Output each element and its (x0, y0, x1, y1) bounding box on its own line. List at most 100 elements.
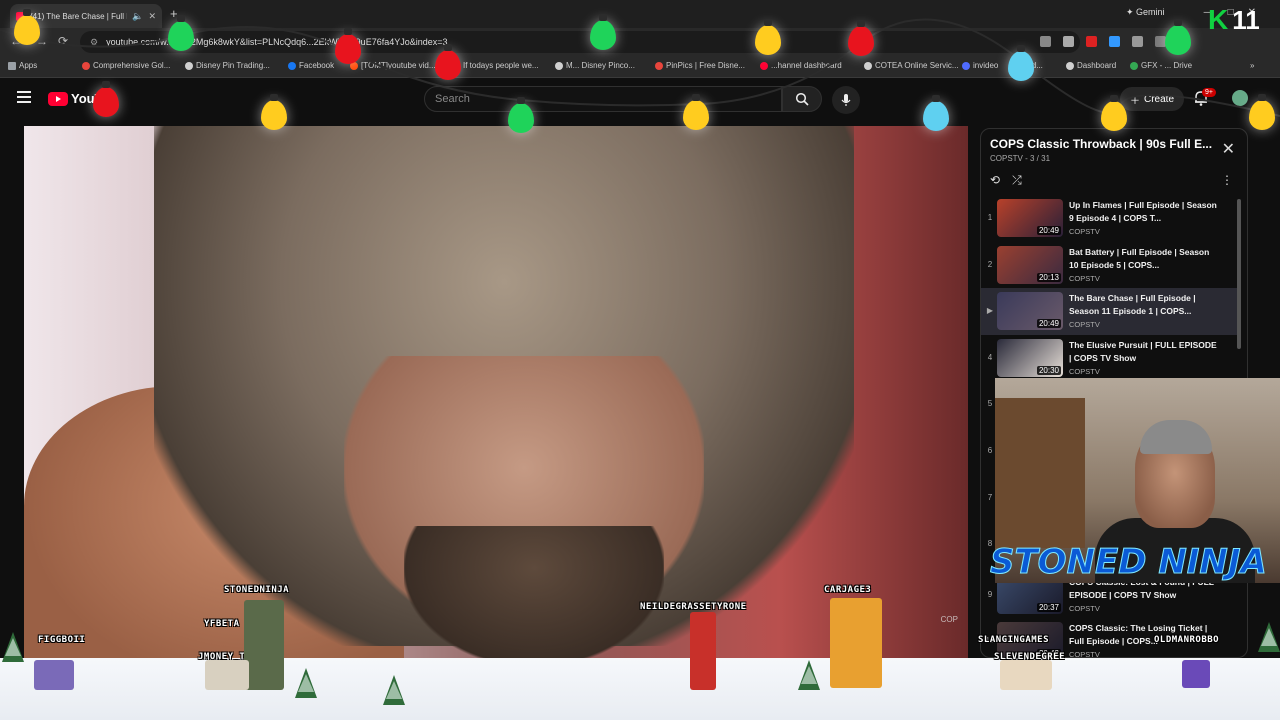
youtube-studio-icon (760, 61, 768, 70)
extension-icon[interactable] (1086, 36, 1097, 47)
chat-user-label: FIGGBOII (38, 635, 86, 645)
video-thumbnail: 20:13 (997, 245, 1063, 284)
christmas-light-bulb (1008, 45, 1034, 81)
chat-user-label: STONEDNINJA (224, 585, 290, 595)
k-logo-icon: K (1208, 4, 1229, 35)
playlist-title[interactable]: COPS Classic Throwback | 90s Full E... (990, 137, 1220, 151)
bookmark-item[interactable]: Disney Pin Trading... (185, 61, 270, 70)
bookmark-item[interactable]: Apps (8, 61, 37, 70)
bookmark-item[interactable]: ...hannel dashboard (760, 61, 842, 70)
bookmark-item[interactable]: Comprehensive Gol... (82, 61, 170, 70)
install-app-icon[interactable] (1040, 36, 1051, 47)
bookmark-item[interactable]: M... Disney Pinco... (555, 61, 635, 70)
christmas-light-bulb (14, 9, 40, 45)
video-thumbnail: 20:30 (997, 338, 1063, 377)
playlist-channel-position: COPSTV - 3 / 31 (990, 154, 1051, 163)
search-button[interactable] (782, 86, 822, 112)
video-duration: 20:49 (1036, 319, 1061, 329)
invideo-icon (962, 61, 970, 70)
drive-icon (1130, 61, 1138, 70)
voice-search-button[interactable] (832, 86, 860, 114)
chat-avatar-sprite (1182, 660, 1210, 688)
browser-tab-strip: (41) The Bare Chase | Full E... 🔈 ✕ + ✦ … (0, 0, 1280, 28)
christmas-tree-icon (2, 632, 24, 662)
menu-icon[interactable] (17, 91, 31, 106)
webcam-shelf (995, 398, 1085, 548)
chat-user-label: SLANGINGAMES (978, 635, 1050, 645)
search-input[interactable]: Search (424, 86, 782, 112)
video-duration: 20:49 (1036, 226, 1061, 235)
playlist-item[interactable]: 1 20:49 Up In Flames | Full Episode | Se… (981, 195, 1239, 242)
christmas-light-bulb (261, 94, 287, 130)
playlist-item-index: 2 (987, 259, 993, 269)
video-thumbnail: 20:49 (997, 199, 1063, 237)
christmas-light-bulb (848, 20, 874, 56)
close-tab-icon[interactable]: ✕ (148, 11, 156, 22)
bookmark-favicon-icon (185, 61, 193, 70)
channel-corner-logo: K 11 (1208, 4, 1260, 36)
video-frame-beard (404, 526, 664, 658)
christmas-light-bulb (923, 95, 949, 131)
christmas-tree-icon (383, 675, 405, 705)
playlist-item-index: 4 (987, 352, 993, 362)
bookmark-item[interactable]: PinPics | Free Disne... (655, 61, 745, 70)
bookmark-star-icon[interactable] (1063, 36, 1074, 47)
more-options-icon[interactable]: ⋮ (1221, 173, 1233, 187)
bookmark-item[interactable]: If todays people we... (452, 61, 539, 70)
shuffle-icon[interactable]: ⤮ (1012, 173, 1022, 188)
site-info-icon[interactable]: ⚙ (90, 37, 98, 48)
bookmark-item[interactable]: [TOMT]youtube vid... (350, 61, 436, 70)
christmas-light-bulb (755, 19, 781, 55)
video-player[interactable]: COP (24, 126, 968, 658)
playlist-item[interactable]: 4 20:30 The Elusive Pursuit | FULL EPISO… (981, 335, 1239, 382)
omnibox[interactable]: ⚙ youtube.com/w...=kM2Mg6k8wkY&list=PLNc… (80, 31, 1080, 53)
mute-icon[interactable]: 🔈 (132, 11, 143, 22)
tab-title: (41) The Bare Chase | Full E... (30, 11, 127, 21)
chat-user-label: OLDMANROBBO (1154, 635, 1220, 645)
channel-watermark[interactable]: COP (941, 615, 958, 624)
extensions-puzzle-icon[interactable] (1132, 36, 1143, 47)
loop-icon[interactable]: ⟲ (990, 173, 1000, 188)
gemini-label: Gemini (1136, 7, 1165, 17)
video-title: Bat Battery | Full Episode | Season 10 E… (1069, 246, 1210, 270)
facebook-icon (288, 61, 296, 70)
chat-avatar-sprite (1000, 660, 1052, 690)
close-playlist-icon[interactable]: ✕ (1222, 139, 1235, 159)
christmas-light-bulb (1165, 19, 1191, 55)
chat-avatar-sprite (830, 598, 882, 688)
playlist-item[interactable]: 2 20:13 Bat Battery | Full Episode | Sea… (981, 242, 1239, 289)
avatar[interactable] (1232, 90, 1248, 106)
extension-icon[interactable] (1109, 36, 1120, 47)
bookmark-favicon-icon (82, 61, 90, 70)
christmas-light-bulb (93, 81, 119, 117)
more-bookmarks-icon[interactable]: » (1250, 61, 1254, 70)
plus-icon: ＋ (1130, 95, 1140, 107)
christmas-tree-icon (798, 660, 820, 690)
christmas-light-bulb (168, 15, 194, 51)
bookmark-item[interactable]: invideo (962, 61, 998, 70)
gemini-button[interactable]: ✦ Gemini (1126, 7, 1165, 18)
playlist-scrollbar[interactable] (1237, 199, 1241, 349)
dashboard-icon (1066, 61, 1074, 70)
video-channel: COPSTV (1069, 320, 1100, 330)
chat-avatar-sprite (244, 600, 284, 690)
christmas-light-bulb (590, 14, 616, 50)
bookmarks-bar: Apps Comprehensive Gol... Disney Pin Tra… (0, 56, 1280, 78)
christmas-light-bulb (683, 94, 709, 130)
bookmark-item[interactable]: GFX - ... Drive (1130, 61, 1192, 70)
chat-avatar-sprite (205, 660, 249, 690)
screen: (41) The Bare Chase | Full E... 🔈 ✕ + ✦ … (0, 0, 1280, 720)
bookmark-item[interactable]: COTEA Online Servic... (864, 61, 959, 70)
bookmark-item[interactable]: Dashboard (1066, 61, 1116, 70)
reload-icon[interactable]: ⟳ (58, 34, 68, 48)
playlist-item-index: 1 (987, 213, 993, 222)
playlist-item-current[interactable]: ▶ 20:49 The Bare Chase | Full Episode | … (981, 288, 1239, 335)
christmas-light-bulb (1101, 95, 1127, 131)
video-duration: 20:30 (1036, 365, 1061, 375)
bookmark-item[interactable]: Facebook (288, 61, 334, 70)
video-channel: COPSTV (1069, 366, 1100, 376)
snow-ground-overlay (0, 658, 1280, 720)
chat-avatar-sprite (690, 612, 716, 690)
create-button[interactable]: ＋ Create (1120, 87, 1185, 111)
chat-avatar-sprite (34, 660, 74, 690)
